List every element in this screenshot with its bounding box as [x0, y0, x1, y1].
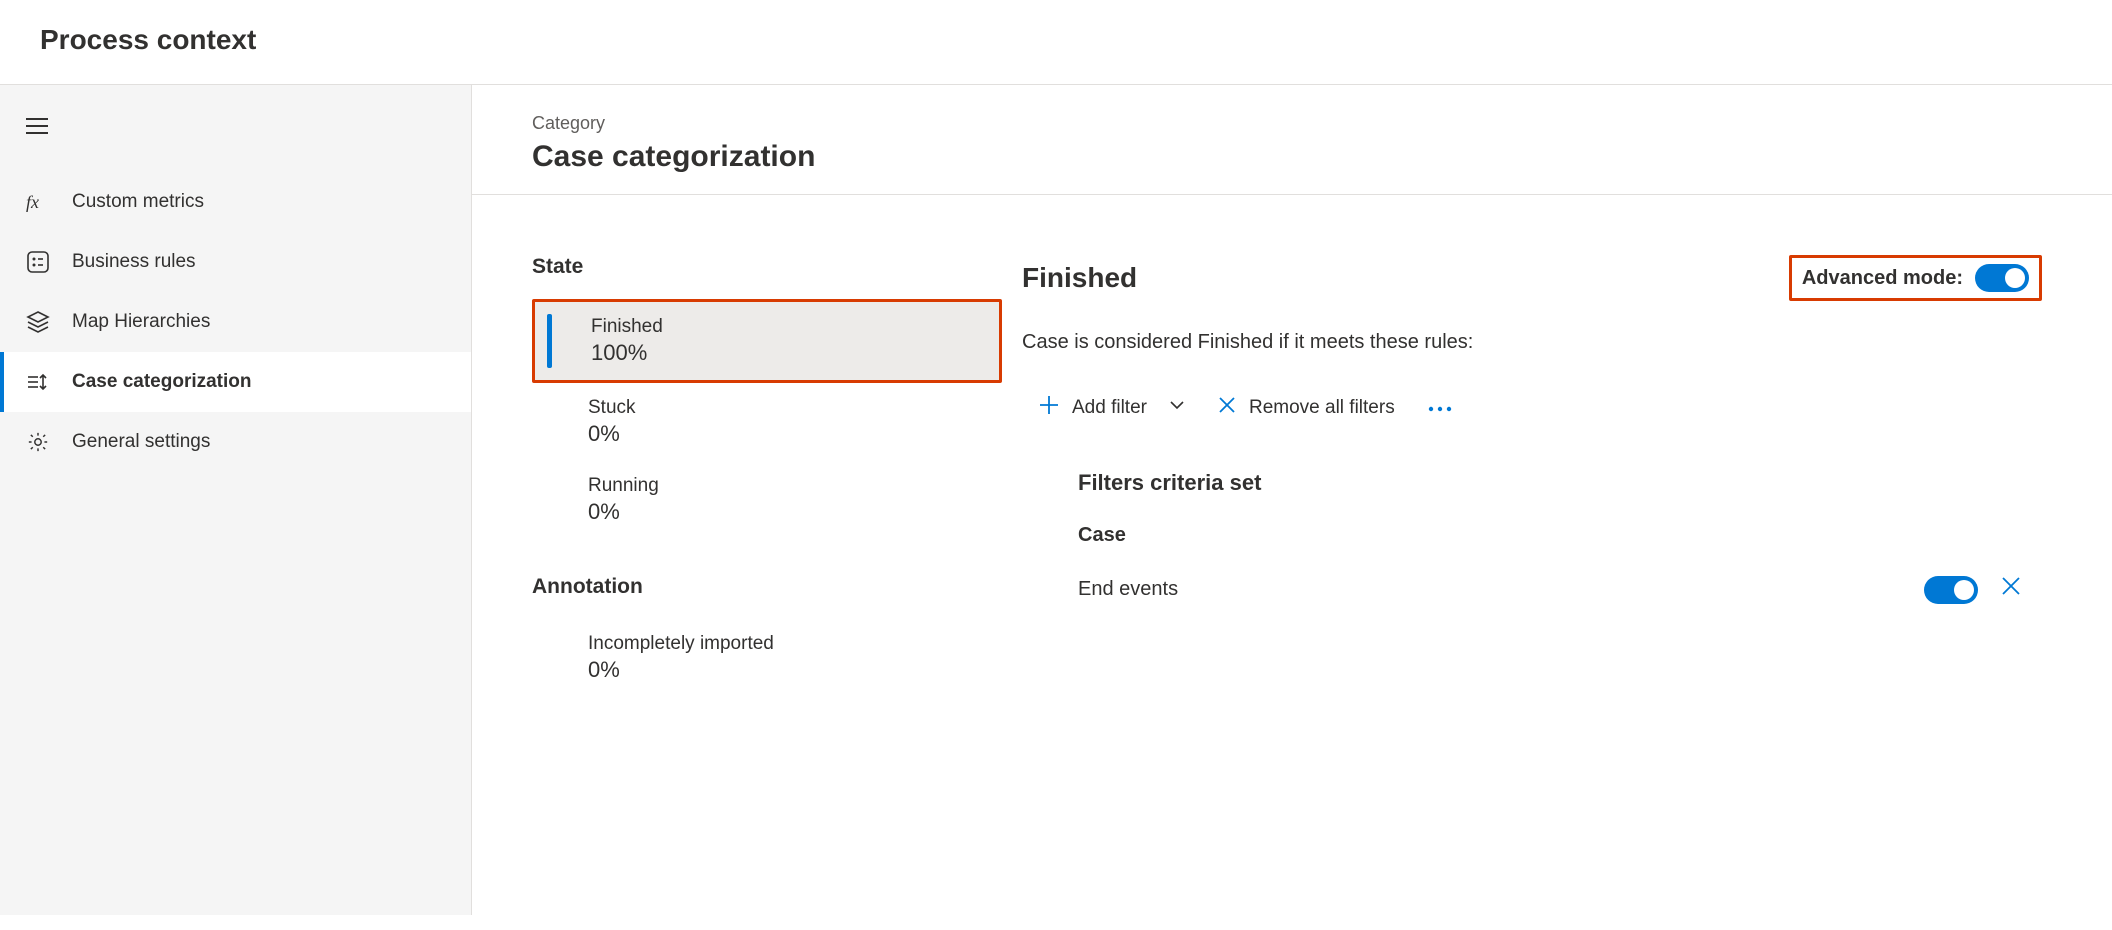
rule-description: Case is considered Finished if it meets … [1022, 331, 2042, 354]
x-icon [1217, 395, 1237, 421]
state-item-name: Finished [591, 316, 979, 338]
main-title: Case categorization [532, 140, 2052, 174]
right-header: Finished Advanced mode: [1022, 255, 2042, 301]
right-title: Finished [1022, 262, 1137, 294]
state-item-name: Running [588, 475, 982, 497]
advanced-mode-control: Advanced mode: [1789, 255, 2042, 301]
sidebar-item-label: Map Hierarchies [72, 311, 210, 333]
main-panel: Category Case categorization State Finis… [472, 85, 2112, 915]
sidebar-item-label: General settings [72, 431, 210, 453]
chevron-down-icon [1169, 397, 1185, 419]
criteria-row-label: End events [1078, 578, 1178, 601]
rules-icon [26, 250, 50, 274]
criteria-row-toggle[interactable] [1924, 576, 1978, 604]
sidebar-item-label: Case categorization [72, 371, 252, 393]
layers-icon [26, 310, 50, 334]
annotation-item-pct: 0% [588, 657, 982, 683]
advanced-mode-toggle[interactable] [1975, 264, 2029, 292]
right-panel: Finished Advanced mode: Case is consider… [1022, 255, 2042, 697]
sidebar-item-custom-metrics[interactable]: fx Custom metrics [0, 172, 471, 232]
remove-all-filters-button[interactable]: Remove all filters [1217, 395, 1395, 421]
menu-toggle-button[interactable] [0, 105, 471, 152]
advanced-mode-label: Advanced mode: [1802, 267, 1963, 290]
state-panel: State Finished 100% Stuck 0% Running 0% … [532, 255, 1002, 697]
add-filter-button[interactable]: Add filter [1038, 394, 1185, 422]
more-icon [1427, 397, 1453, 419]
gear-icon [26, 430, 50, 454]
criteria-group-label: Case [1078, 524, 2042, 547]
category-eyebrow: Category [532, 113, 2052, 134]
state-item-stuck[interactable]: Stuck 0% [532, 383, 1002, 461]
sidebar: fx Custom metrics Business rules Map Hie… [0, 85, 472, 915]
criteria-row-remove-button[interactable] [2000, 575, 2022, 604]
state-item-pct: 0% [588, 421, 982, 447]
more-actions-button[interactable] [1427, 397, 1453, 419]
categorization-icon [26, 370, 50, 394]
page-header: Process context [0, 0, 2112, 85]
annotation-heading: Annotation [532, 575, 1002, 599]
sidebar-item-general-settings[interactable]: General settings [0, 412, 471, 472]
criteria-heading: Filters criteria set [1078, 470, 2042, 496]
page-title: Process context [40, 24, 2072, 56]
plus-icon [1038, 394, 1060, 422]
sidebar-item-case-categorization[interactable]: Case categorization [0, 352, 471, 412]
remove-all-label: Remove all filters [1249, 397, 1395, 419]
hamburger-icon [26, 122, 48, 139]
sidebar-item-label: Business rules [72, 251, 196, 273]
criteria-row-actions [1924, 575, 2022, 604]
state-item-running[interactable]: Running 0% [532, 461, 1002, 539]
fx-icon: fx [26, 190, 50, 214]
content-wrapper: fx Custom metrics Business rules Map Hie… [0, 85, 2112, 915]
annotation-item-name: Incompletely imported [588, 633, 982, 655]
filter-actions: Add filter Remove all filters [1022, 394, 2042, 422]
svg-text:fx: fx [26, 192, 39, 212]
state-item-pct: 0% [588, 499, 982, 525]
state-item-pct: 100% [591, 340, 979, 366]
state-heading: State [532, 255, 1002, 279]
criteria-row: End events [1078, 575, 2042, 604]
main-header: Category Case categorization [472, 85, 2112, 195]
sidebar-item-map-hierarchies[interactable]: Map Hierarchies [0, 292, 471, 352]
criteria-section: Filters criteria set Case End events [1022, 470, 2042, 604]
state-item-name: Stuck [588, 397, 982, 419]
main-body: State Finished 100% Stuck 0% Running 0% … [472, 195, 2112, 697]
sidebar-item-business-rules[interactable]: Business rules [0, 232, 471, 292]
sidebar-item-label: Custom metrics [72, 191, 204, 213]
add-filter-label: Add filter [1072, 397, 1147, 419]
annotation-item-incomplete[interactable]: Incompletely imported 0% [532, 619, 1002, 697]
state-item-finished[interactable]: Finished 100% [532, 299, 1002, 383]
